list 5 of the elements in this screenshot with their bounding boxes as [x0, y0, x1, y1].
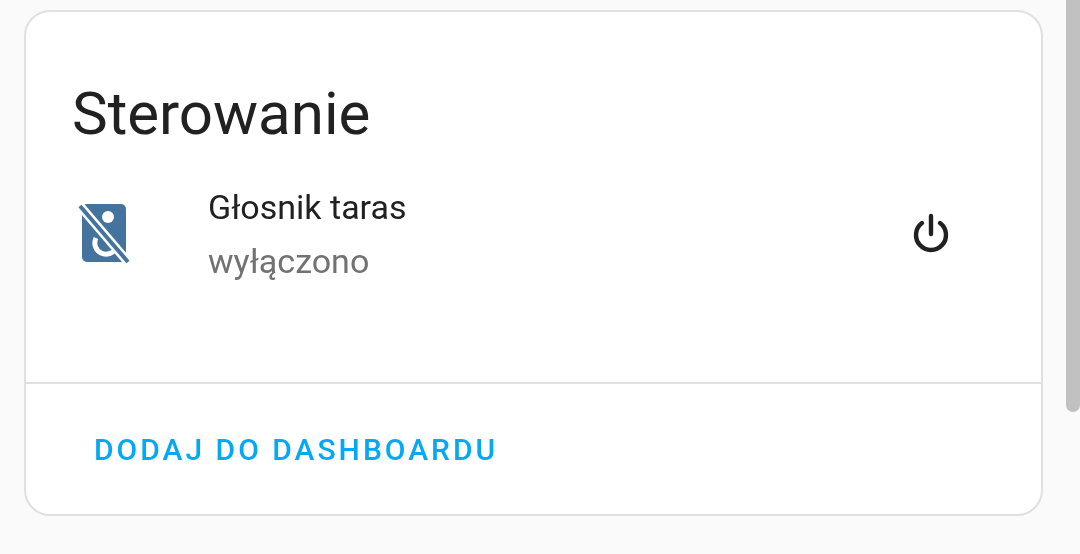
card-title: Sterowanie [71, 77, 372, 150]
add-to-dashboard-button[interactable]: DODAJ DO DASHBOARDU [80, 416, 513, 482]
entity-state: wyłączono [208, 241, 371, 281]
scrollbar[interactable] [1066, 0, 1080, 412]
entity-name: Głosnik taras [208, 187, 408, 227]
